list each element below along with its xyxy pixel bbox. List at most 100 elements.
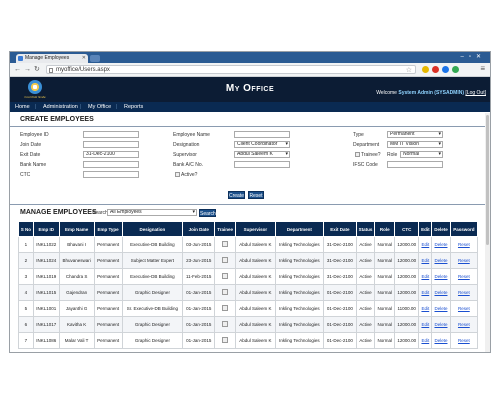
close-tab-icon[interactable]: ✕	[82, 54, 86, 63]
edit-link[interactable]: Edit	[421, 322, 429, 327]
designation-select[interactable]: Client Coordinator	[234, 141, 290, 148]
cell-desig: Graphic Designer	[121, 284, 184, 301]
search-label: Search	[92, 210, 108, 216]
extension-icon[interactable]	[452, 66, 459, 73]
reset-password-link[interactable]: Reset	[458, 338, 470, 343]
cell-status: Active	[355, 236, 376, 253]
trainee-checkbox[interactable]	[355, 152, 360, 157]
extension-icon[interactable]	[422, 66, 429, 73]
column-header: Emp Type	[93, 221, 123, 237]
trainee-checkbox	[222, 257, 229, 263]
edit-link[interactable]: Edit	[421, 242, 429, 247]
divider	[10, 204, 490, 205]
reset-password-link[interactable]: Reset	[458, 258, 470, 263]
delete-link[interactable]: Delete	[434, 274, 447, 279]
nav-item-administration[interactable]: Administration	[43, 103, 78, 111]
edit-link[interactable]: Edit	[421, 338, 429, 343]
reset-button[interactable]: Reset	[248, 191, 264, 199]
column-header: CTC	[394, 221, 420, 237]
cell-name: Gajendran	[58, 284, 95, 301]
cell-join: 11-Feb-2015	[182, 268, 216, 285]
edit-cell: Edit	[418, 268, 433, 285]
nav-item-my-office[interactable]: My Office	[88, 103, 111, 111]
edit-link[interactable]: Edit	[421, 274, 429, 279]
main-nav: Home | Administration | My Office | Repo…	[10, 102, 490, 112]
delete-link[interactable]: Delete	[434, 338, 447, 343]
cell-exit: 31-Dec-2100	[323, 268, 357, 285]
delete-link[interactable]: Delete	[434, 258, 447, 263]
create-button[interactable]: Create	[228, 191, 245, 199]
edit-link[interactable]: Edit	[421, 290, 429, 295]
delete-cell: Delete	[431, 300, 451, 317]
trainee-cell	[214, 332, 237, 349]
back-icon[interactable]: ←	[14, 65, 21, 74]
cell-exit: 01-Dec-2100	[323, 316, 357, 333]
page-icon	[49, 68, 53, 73]
cell-type: Permanent	[93, 300, 123, 317]
extension-icon[interactable]	[442, 66, 449, 73]
cell-exit: 31-Dec-2100	[323, 252, 357, 269]
password-cell: Reset	[449, 332, 479, 349]
nav-item-reports[interactable]: Reports	[124, 103, 143, 111]
app-header: Cool Kidz Smile My Office Welcome System…	[10, 77, 490, 102]
reset-password-link[interactable]: Reset	[458, 306, 470, 311]
column-header: Delete	[431, 221, 451, 237]
browser-tab[interactable]: Manage Employees ✕	[16, 54, 88, 63]
password-cell: Reset	[449, 236, 479, 253]
edit-link[interactable]: Edit	[421, 258, 429, 263]
cell-exit: 01-Dec-2100	[323, 284, 357, 301]
delete-link[interactable]: Delete	[434, 306, 447, 311]
cell-desig: Executive-DB Building	[121, 236, 184, 253]
logout-link[interactable]: [Log Out]	[465, 90, 486, 96]
join-date-field[interactable]	[83, 141, 139, 148]
trainee-cell	[214, 284, 237, 301]
new-tab-button[interactable]	[90, 55, 100, 62]
active-checkbox[interactable]	[175, 172, 180, 177]
reload-icon[interactable]: ↻	[34, 65, 40, 74]
employee-name-label: Employee Name	[173, 132, 210, 138]
nav-separator: |	[35, 104, 37, 110]
type-select[interactable]: Permanent	[387, 131, 443, 138]
reset-password-link[interactable]: Reset	[458, 242, 470, 247]
page-scrollbar[interactable]	[485, 113, 490, 352]
bank-ac-label: Bank A/C No.	[173, 162, 204, 168]
page-title: My Office	[225, 83, 275, 94]
exit-date-field[interactable]: 31-Dec-2100	[83, 151, 139, 158]
logo-sun-icon	[28, 80, 42, 94]
delete-link[interactable]: Delete	[434, 290, 447, 295]
supervisor-select[interactable]: Abdul Saleem K	[234, 151, 290, 158]
forward-icon[interactable]: →	[24, 65, 31, 74]
bookmark-star-icon[interactable]: ☆	[406, 66, 412, 75]
employee-name-field[interactable]	[234, 131, 290, 138]
ifsc-field[interactable]	[387, 161, 443, 168]
reset-password-link[interactable]: Reset	[458, 290, 470, 295]
department-select[interactable]: MM IT Vision	[387, 141, 443, 148]
employee-id-field[interactable]	[83, 131, 139, 138]
table-row: 1 INKL1022 Bhavani I Permanent Executive-DB …	[18, 236, 479, 253]
cell-status: Active	[355, 332, 376, 349]
delete-link[interactable]: Delete	[434, 322, 447, 327]
delete-link[interactable]: Delete	[434, 242, 447, 247]
bank-name-field[interactable]	[83, 161, 139, 168]
nav-item-home[interactable]: Home	[15, 103, 30, 111]
trainee-cell	[214, 268, 237, 285]
search-button[interactable]: Search	[199, 209, 216, 217]
window-controls[interactable]: ‒▫✕	[461, 53, 487, 60]
column-header: Department	[274, 221, 325, 237]
scrollbar-thumb[interactable]	[486, 115, 489, 245]
cell-supervisor: Abdul Saleem K	[235, 236, 276, 253]
column-header: Edit	[418, 221, 433, 237]
app-logo: Cool Kidz Smile	[22, 79, 48, 99]
role-select[interactable]: Normal	[400, 151, 443, 158]
bank-ac-field[interactable]	[234, 161, 290, 168]
reset-password-link[interactable]: Reset	[458, 274, 470, 279]
search-filter-select[interactable]: All Employees	[107, 209, 197, 216]
ctc-field[interactable]	[83, 171, 139, 178]
browser-menu-icon[interactable]: ≡	[480, 64, 485, 73]
reset-password-link[interactable]: Reset	[458, 322, 470, 327]
trainee-label: Trainee?	[361, 152, 381, 158]
extension-icon[interactable]	[432, 66, 439, 73]
address-bar[interactable]: myoffice/Users.aspx ☆	[46, 65, 416, 74]
role-label: Role	[387, 152, 398, 158]
edit-link[interactable]: Edit	[421, 306, 429, 311]
